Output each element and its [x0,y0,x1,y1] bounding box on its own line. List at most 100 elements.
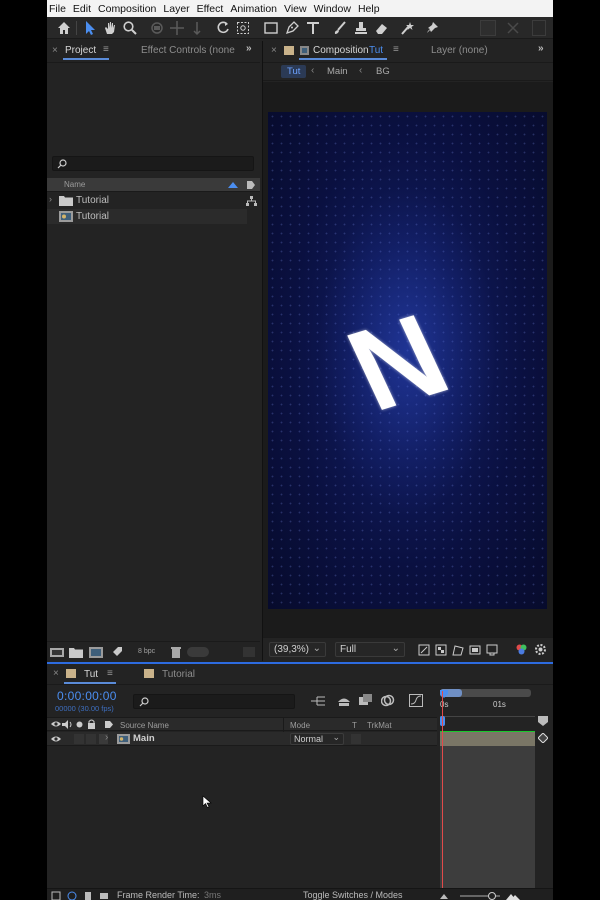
audio-speaker-icon[interactable] [62,720,72,729]
project-search-input[interactable] [52,156,254,171]
menu-view[interactable]: View [284,3,307,15]
menu-edit[interactable]: Edit [73,3,91,15]
timeline-layer-area[interactable] [47,747,437,888]
tab-composition-name[interactable]: Tut [369,45,383,56]
current-time-display[interactable]: 0:00:00:00 [57,689,117,703]
menu-composition[interactable]: Composition [98,3,156,15]
column-trkmat[interactable]: TrkMat [367,721,392,730]
dolly-camera-icon[interactable] [189,20,205,36]
rectangle-tool-icon[interactable] [263,20,279,36]
composition-canvas[interactable]: N [268,112,547,609]
brush-tool-icon[interactable] [332,20,348,36]
close-panel-icon[interactable]: × [271,45,277,56]
timeline-track-area[interactable] [440,746,535,888]
clone-stamp-tool-icon[interactable] [353,20,369,36]
menu-animation[interactable]: Animation [230,3,277,15]
render-time-icon[interactable] [99,891,109,900]
video-eye-icon[interactable] [51,735,61,743]
panel-overflow-icon[interactable]: » [538,43,544,54]
solo-icon[interactable] [76,721,83,728]
column-mode[interactable]: Mode [290,721,310,730]
time-ruler[interactable]: 0s 01s [437,686,553,731]
close-panel-icon[interactable]: × [53,668,59,679]
playhead[interactable] [442,691,443,888]
breadcrumb-main[interactable]: Main [327,66,348,77]
tab-timeline-tutorial[interactable]: Tutorial [162,669,195,680]
layer-search-input[interactable] [133,694,295,709]
panel-menu-icon[interactable]: ≡ [393,44,399,55]
layer-name[interactable]: Main [133,733,155,744]
zoom-slider-thumb[interactable] [488,892,496,900]
comp-end-marker-icon[interactable] [538,716,548,726]
label-tag-icon[interactable] [104,720,113,729]
layer-duration-bar[interactable] [440,732,535,746]
close-panel-icon[interactable]: × [52,45,58,56]
disclosure-triangle-icon[interactable]: › [49,194,52,204]
breadcrumb-tut[interactable]: Tut [281,65,307,78]
region-of-interest-icon[interactable] [418,644,430,656]
solo-switch[interactable] [74,734,84,744]
mask-path-visibility-icon[interactable] [452,644,464,656]
menu-help[interactable]: Help [358,3,380,15]
orbit-camera-icon[interactable] [149,20,165,36]
menu-window[interactable]: Window [314,3,351,15]
preserve-transparency-switch[interactable] [351,734,361,744]
timeline-graph[interactable]: 0s 01s [437,686,553,888]
sort-ascending-icon[interactable] [228,182,238,188]
settings-gear-icon[interactable] [534,643,547,656]
menu-file[interactable]: File [49,3,66,15]
column-t[interactable]: T [352,721,357,730]
shy-layers-icon[interactable] [337,695,351,707]
magnification-dropdown[interactable]: (39,3%) ⌄ [269,642,326,657]
zoom-tool-icon[interactable] [122,20,138,36]
menu-layer[interactable]: Layer [163,3,189,15]
eraser-tool-icon[interactable] [373,20,389,36]
puppet-pin-tool-icon[interactable] [424,20,440,36]
home-icon[interactable] [56,20,72,36]
breadcrumb-bg[interactable]: BG [376,66,390,77]
graph-editor-icon[interactable] [409,694,423,707]
tab-composition-label[interactable]: Composition [313,45,369,56]
composition-flowchart-icon[interactable] [311,695,325,707]
tab-project[interactable]: Project [65,45,96,56]
snapping-options-icon[interactable] [505,20,521,36]
type-tool-icon[interactable] [305,20,321,36]
lock-switch[interactable] [86,734,96,744]
frame-blending-icon[interactable] [359,694,373,707]
workspace-switcher[interactable] [532,20,546,36]
layer-switches-icon[interactable] [51,891,61,900]
resolution-dropdown[interactable]: Full ⌄ [335,642,405,657]
timeline-layer-row[interactable]: › Main Normal ⌄ [47,732,437,746]
motion-blur-icon[interactable] [381,694,395,707]
interpret-footage-icon[interactable] [50,647,64,658]
lock-icon[interactable] [87,719,96,729]
composition-viewer[interactable]: N [263,82,553,637]
selection-tool-icon[interactable] [82,20,98,36]
color-channels-icon[interactable] [515,643,528,656]
label-tag-icon[interactable] [246,180,256,190]
project-item-folder[interactable]: › Tutorial [47,193,247,208]
anchor-point-tool-icon[interactable] [235,20,251,36]
project-item-composition[interactable]: Tutorial [47,209,247,224]
toggle-switches-modes-button[interactable]: Toggle Switches / Modes [303,890,403,900]
zoom-out-icon[interactable] [440,892,448,899]
snapshot-icon[interactable] [486,644,498,656]
zoom-in-icon[interactable] [506,891,520,900]
guides-icon[interactable] [469,644,481,656]
panel-menu-icon[interactable]: ≡ [103,44,109,55]
trash-icon[interactable] [171,646,181,658]
pan-camera-icon[interactable] [169,20,185,36]
snapping-toggle[interactable] [480,20,496,36]
video-eye-icon[interactable] [51,720,61,728]
thumbnail-toggle[interactable] [187,647,209,657]
menu-effect[interactable]: Effect [197,3,224,15]
transfer-controls-icon[interactable] [67,891,77,900]
panel-menu-icon[interactable]: ≡ [107,668,113,679]
bit-depth-label[interactable]: 8 bpc [138,648,155,655]
column-name[interactable]: Name [64,180,85,189]
transparency-grid-icon[interactable] [435,644,447,656]
pen-tool-icon[interactable] [284,20,300,36]
render-queue-icon[interactable] [111,646,123,658]
panel-resize-handle[interactable] [243,647,255,657]
blend-mode-dropdown[interactable]: Normal ⌄ [290,732,344,745]
